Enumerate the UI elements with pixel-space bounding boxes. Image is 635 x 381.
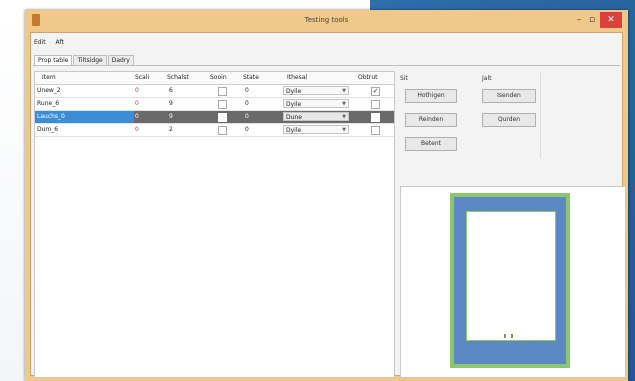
ithesal-dropdown[interactable]: Dyile ▼ [283, 99, 349, 108]
isenden-button[interactable]: Isenden [482, 89, 536, 103]
minimize-button[interactable]: – [572, 12, 586, 28]
table-row-selected[interactable]: Lauchs_0 0 9 0 Dune ▼ [35, 111, 394, 124]
obtrut-checkbox[interactable] [371, 100, 380, 109]
tab-strip: Prop table Tiltsidge Dadry [34, 55, 135, 65]
preview-marker [504, 334, 506, 338]
cell-state: 0 [245, 100, 249, 107]
chevron-down-icon: ▼ [342, 114, 346, 120]
betent-button[interactable]: Betent [405, 137, 457, 151]
dropdown-value: Dyile [286, 88, 302, 95]
cell-obtrut [371, 98, 383, 110]
cell-schalst: 9 [169, 100, 173, 107]
cell-schalst: 9 [169, 113, 173, 120]
action-panel: Sit Jalt Hothigen Reinden Betent Isenden… [400, 73, 541, 158]
column-header-item[interactable]: Item [42, 72, 92, 84]
obtrut-checkbox[interactable] [371, 113, 380, 122]
cell-schalst: 6 [169, 87, 173, 94]
tab-prop-table[interactable]: Prop table [34, 55, 73, 65]
cell-ithesal: Dune ▼ [283, 111, 353, 123]
cell-ithesal: Dyile ▼ [283, 85, 353, 97]
menu-edit[interactable]: Edit [34, 39, 46, 46]
cell-item: Lauchs_0 [35, 111, 134, 123]
maximize-button[interactable]: ▫ [586, 12, 598, 28]
table-row[interactable]: Unew_2 0 6 0 Dyile ▼ [35, 85, 394, 98]
cell-obtrut [371, 124, 383, 136]
title-bar[interactable]: Testing tools – ▫ ✕ [25, 10, 628, 32]
client-area: Edit Aft Prop table Tiltsidge Dadry Item… [30, 32, 626, 378]
cell-state: 0 [245, 87, 249, 94]
obtrut-checkbox[interactable] [371, 87, 380, 96]
dropdown-value: Dyile [286, 101, 302, 108]
column-header-sooin[interactable]: Sooin [210, 72, 236, 84]
desktop-background-panel [0, 12, 25, 381]
tab-dadry[interactable]: Dadry [107, 55, 134, 65]
cell-item: Unew_2 [37, 87, 61, 94]
cell-schalst: 2 [169, 126, 173, 133]
grid-header: Item Scali Schalst Sooin State Ithesal O… [35, 72, 394, 85]
cell-sooin [218, 124, 230, 136]
cell-scali: 0 [135, 126, 139, 133]
column-header-scali[interactable]: Scali [135, 72, 165, 84]
menu-bar: Edit Aft [34, 39, 72, 49]
sooin-checkbox[interactable] [218, 113, 227, 122]
qurden-button[interactable]: Qurden [482, 113, 536, 127]
data-grid[interactable]: Item Scali Schalst Sooin State Ithesal O… [34, 71, 395, 378]
preview-canvas[interactable] [400, 186, 626, 378]
cell-obtrut [371, 111, 383, 123]
preview-marker [511, 334, 513, 338]
cell-ithesal: Dyile ▼ [283, 124, 353, 136]
hothigen-button[interactable]: Hothigen [405, 89, 457, 103]
group-label-left: Sit [400, 75, 408, 82]
column-header-schalst[interactable]: Schalst [167, 72, 201, 84]
preview-page [466, 211, 556, 341]
table-row[interactable]: Rune_6 0 9 0 Dyile ▼ [35, 98, 394, 111]
app-window: Testing tools – ▫ ✕ Edit Aft Prop table … [25, 10, 628, 381]
cell-state: 0 [245, 113, 249, 120]
cell-sooin [218, 98, 230, 110]
menu-aft[interactable]: Aft [56, 39, 64, 46]
table-row[interactable]: Dum_6 0 2 0 Dyile ▼ [35, 124, 394, 137]
column-header-ithesal[interactable]: Ithesal [287, 72, 321, 84]
sooin-checkbox[interactable] [218, 87, 227, 96]
column-header-state[interactable]: State [243, 72, 269, 84]
cell-sooin [218, 85, 230, 97]
dropdown-value: Dune [286, 114, 302, 121]
cell-item: Dum_6 [37, 126, 59, 133]
chevron-down-icon: ▼ [342, 101, 346, 107]
group-label-right: Jalt [482, 75, 492, 82]
ithesal-dropdown[interactable]: Dune ▼ [283, 112, 349, 121]
obtrut-checkbox[interactable] [371, 126, 380, 135]
cell-item: Rune_6 [37, 100, 60, 107]
chevron-down-icon: ▼ [342, 88, 346, 94]
sooin-checkbox[interactable] [218, 126, 227, 135]
cell-scali: 0 [135, 113, 139, 120]
tab-divider [33, 65, 620, 66]
cell-scali: 0 [135, 87, 139, 94]
ithesal-dropdown[interactable]: Dyile ▼ [283, 125, 349, 134]
cell-state: 0 [245, 126, 249, 133]
cell-ithesal: Dyile ▼ [283, 98, 353, 110]
close-button[interactable]: ✕ [600, 12, 622, 28]
sooin-checkbox[interactable] [218, 100, 227, 109]
ithesal-dropdown[interactable]: Dyile ▼ [283, 86, 349, 95]
tab-tiltsidge[interactable]: Tiltsidge [73, 55, 107, 65]
window-title: Testing tools [304, 16, 349, 24]
cell-scali: 0 [135, 100, 139, 107]
reinden-button[interactable]: Reinden [405, 113, 457, 127]
dropdown-value: Dyile [286, 127, 302, 134]
column-header-obtrut[interactable]: Obtrut [358, 72, 392, 84]
cell-sooin [218, 111, 230, 123]
chevron-down-icon: ▼ [342, 127, 346, 133]
cell-obtrut [371, 85, 383, 97]
